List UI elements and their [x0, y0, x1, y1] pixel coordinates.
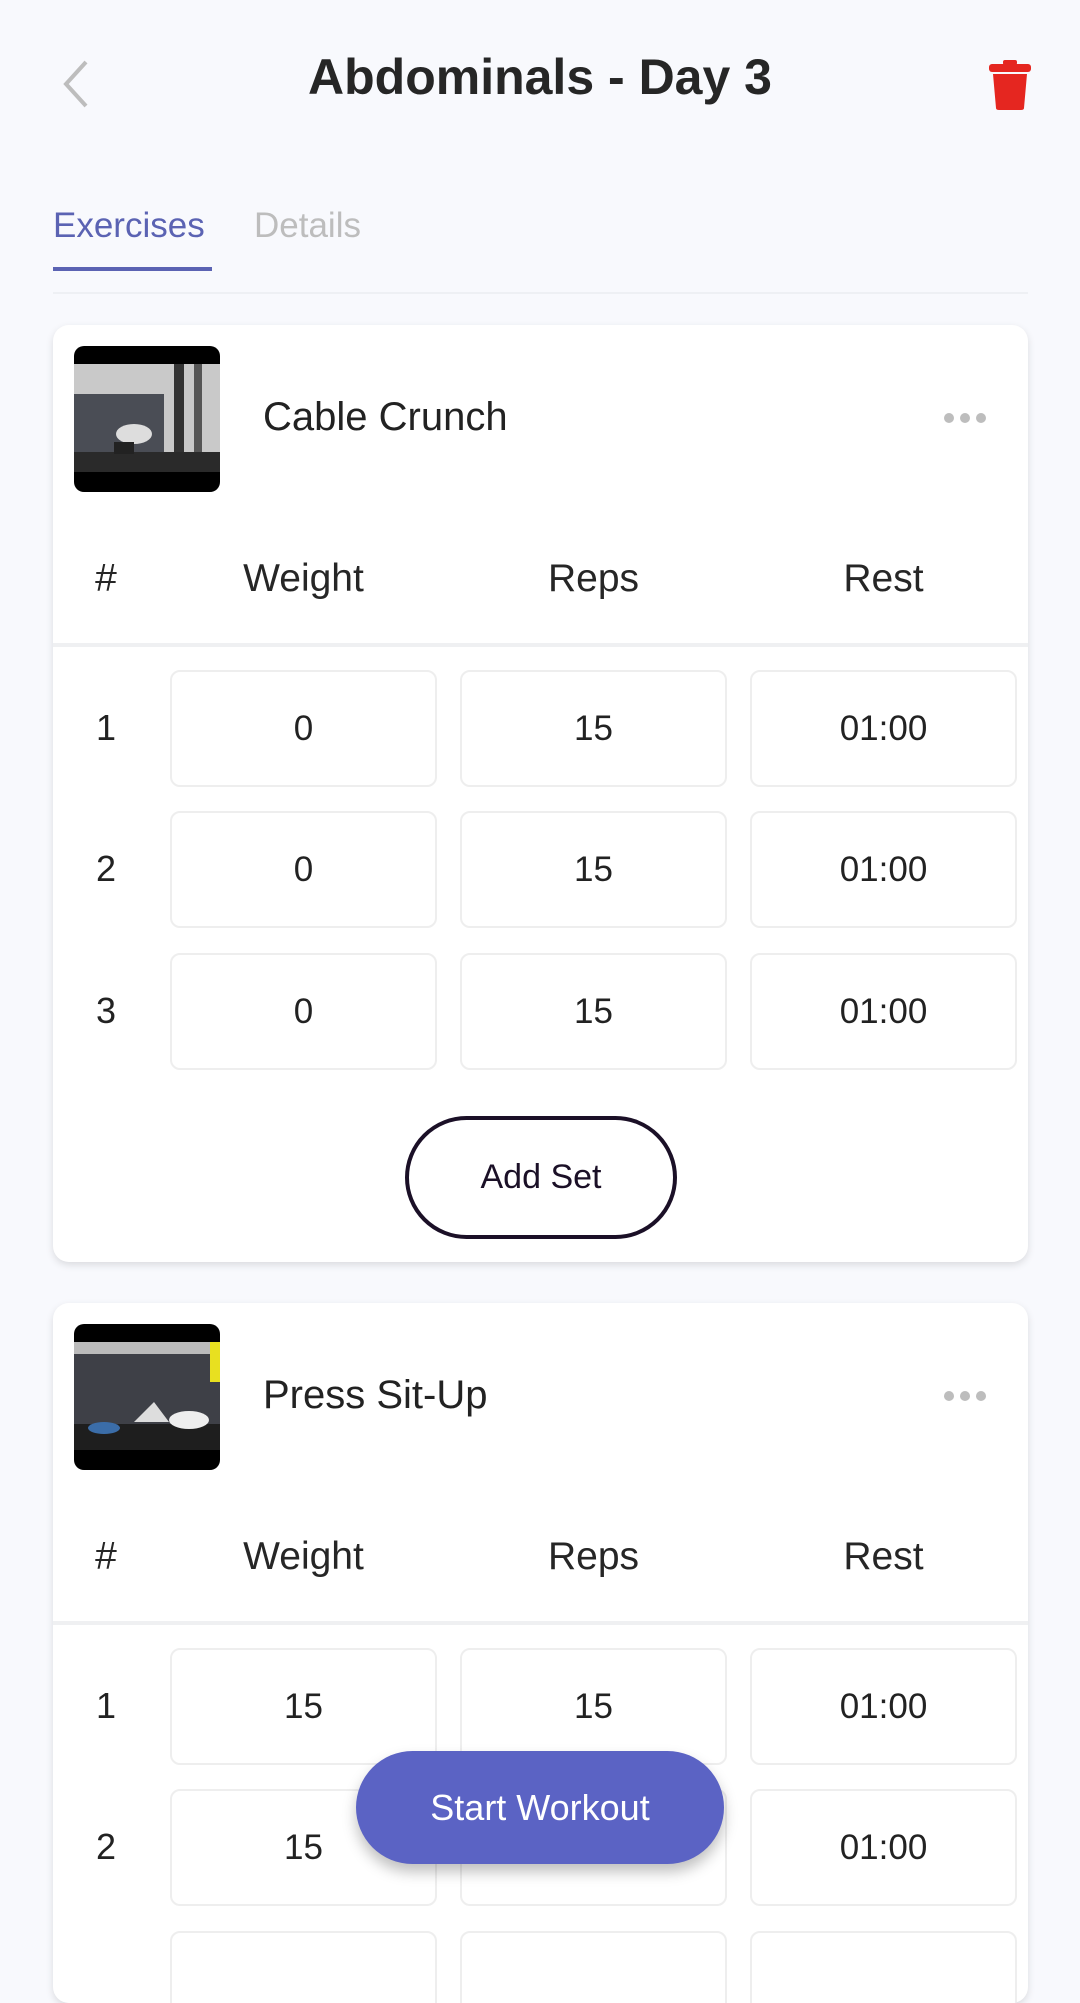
reps-input[interactable]: 15 — [460, 670, 727, 787]
column-header-reps: Reps — [547, 1535, 640, 1578]
weight-input[interactable]: 15 — [170, 1648, 437, 1765]
page-title: Abdominals - Day 3 — [308, 49, 772, 105]
exercise-name: Press Sit-Up — [263, 1373, 488, 1417]
column-header-number: # — [95, 557, 117, 600]
rest-input[interactable]: 01:00 — [750, 811, 1017, 928]
exercise-thumbnail[interactable] — [74, 346, 220, 492]
more-options-icon[interactable] — [943, 411, 987, 425]
rest-input[interactable]: 01:00 — [750, 670, 1017, 787]
set-number: 3 — [95, 990, 117, 1031]
reps-input[interactable]: 15 — [460, 1648, 727, 1765]
column-header-reps: Reps — [547, 557, 640, 600]
header-divider — [53, 1621, 1028, 1625]
reps-input[interactable]: 15 — [460, 811, 727, 928]
weight-input[interactable]: 0 — [170, 811, 437, 928]
add-set-button[interactable]: Add Set — [405, 1116, 677, 1239]
tab-exercises[interactable]: Exercises — [53, 206, 205, 246]
weight-input[interactable]: 0 — [170, 953, 437, 1070]
column-header-rest: Rest — [843, 1535, 924, 1578]
rest-input[interactable]: 01:00 — [750, 1648, 1017, 1765]
weight-input[interactable]: 0 — [170, 670, 437, 787]
exercise-name: Cable Crunch — [263, 395, 508, 439]
set-number: 2 — [95, 1826, 117, 1867]
rest-input[interactable]: 01:00 — [750, 953, 1017, 1070]
set-number: 2 — [95, 848, 117, 889]
rest-input[interactable] — [750, 1931, 1017, 2003]
start-workout-button[interactable]: Start Workout — [356, 1751, 724, 1864]
column-header-weight: Weight — [243, 1535, 364, 1578]
set-number: 1 — [95, 1685, 117, 1726]
set-number: 1 — [95, 707, 117, 748]
divider — [53, 292, 1028, 294]
column-header-number: # — [95, 1535, 117, 1578]
exercise-card: Press Sit-Up # Weight Reps Rest 1 15 15 … — [53, 1303, 1028, 2003]
active-tab-indicator — [53, 267, 212, 271]
column-header-weight: Weight — [243, 557, 364, 600]
reps-input[interactable] — [460, 1931, 727, 2003]
exercise-card: Cable Crunch # Weight Reps Rest 1 0 15 0… — [53, 325, 1028, 1262]
tab-details[interactable]: Details — [254, 206, 361, 246]
trash-icon[interactable] — [988, 60, 1032, 110]
column-header-rest: Rest — [843, 557, 924, 600]
header-divider — [53, 643, 1028, 647]
rest-input[interactable]: 01:00 — [750, 1789, 1017, 1906]
weight-input[interactable] — [170, 1931, 437, 2003]
more-options-icon[interactable] — [943, 1389, 987, 1403]
reps-input[interactable]: 15 — [460, 953, 727, 1070]
exercise-thumbnail[interactable] — [74, 1324, 220, 1470]
